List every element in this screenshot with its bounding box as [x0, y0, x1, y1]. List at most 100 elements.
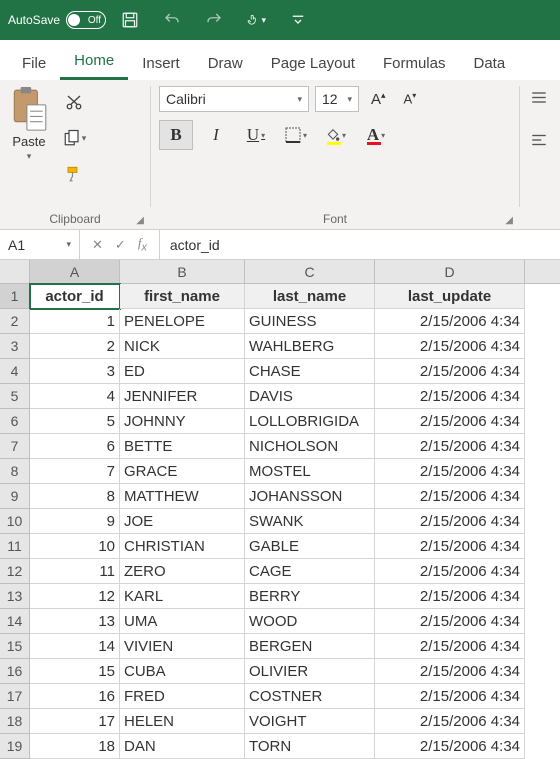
decrease-font-button[interactable]: A▾ — [398, 91, 423, 106]
cell[interactable]: MATTHEW — [120, 484, 245, 509]
cell[interactable]: VIVIEN — [120, 634, 245, 659]
cell[interactable]: 2/15/2006 4:34 — [375, 559, 525, 584]
row-header[interactable]: 11 — [0, 534, 30, 559]
formula-input[interactable]: actor_id — [160, 230, 560, 259]
cell[interactable]: 2/15/2006 4:34 — [375, 409, 525, 434]
cell[interactable]: 2/15/2006 4:34 — [375, 459, 525, 484]
cell[interactable]: 2 — [30, 334, 120, 359]
spreadsheet-grid[interactable]: A B C D 1actor_idfirst_namelast_namelast… — [0, 260, 560, 759]
cell[interactable]: ED — [120, 359, 245, 384]
tab-insert[interactable]: Insert — [128, 45, 194, 80]
enter-formula-icon[interactable]: ✓ — [115, 237, 126, 253]
cell[interactable]: 5 — [30, 409, 120, 434]
font-color-button[interactable]: A ▾ — [359, 120, 393, 150]
cell[interactable]: BETTE — [120, 434, 245, 459]
cell[interactable]: 2/15/2006 4:34 — [375, 684, 525, 709]
cell[interactable]: 17 — [30, 709, 120, 734]
redo-icon[interactable] — [204, 10, 224, 30]
cell[interactable]: 12 — [30, 584, 120, 609]
cut-button[interactable] — [60, 90, 88, 114]
toggle-switch[interactable]: Off — [66, 11, 106, 29]
row-header[interactable]: 13 — [0, 584, 30, 609]
cell[interactable]: GRACE — [120, 459, 245, 484]
cell[interactable]: 18 — [30, 734, 120, 759]
row-header[interactable]: 6 — [0, 409, 30, 434]
column-header-d[interactable]: D — [375, 260, 525, 283]
cell[interactable]: 6 — [30, 434, 120, 459]
row-header[interactable]: 19 — [0, 734, 30, 759]
customize-qat-icon[interactable] — [288, 10, 308, 30]
cell[interactable]: 2/15/2006 4:34 — [375, 659, 525, 684]
cell[interactable]: 2/15/2006 4:34 — [375, 509, 525, 534]
row-header[interactable]: 12 — [0, 559, 30, 584]
cell[interactable]: KARL — [120, 584, 245, 609]
cell[interactable]: DAN — [120, 734, 245, 759]
cell[interactable]: JENNIFER — [120, 384, 245, 409]
cell[interactable]: WOOD — [245, 609, 375, 634]
cell-d1[interactable]: last_update — [375, 284, 525, 309]
cell[interactable]: GABLE — [245, 534, 375, 559]
cell-a1[interactable]: actor_id — [30, 284, 120, 309]
cell[interactable]: FRED — [120, 684, 245, 709]
copy-button[interactable]: ▾ — [60, 126, 88, 150]
cell[interactable]: 1 — [30, 309, 120, 334]
cell[interactable]: CAGE — [245, 559, 375, 584]
row-header[interactable]: 2 — [0, 309, 30, 334]
italic-button[interactable]: I — [199, 120, 233, 150]
fill-color-button[interactable]: ▾ — [319, 120, 353, 150]
cell[interactable]: 2/15/2006 4:34 — [375, 534, 525, 559]
tab-page-layout[interactable]: Page Layout — [257, 45, 369, 80]
font-size-combo[interactable]: 12▾ — [315, 86, 359, 112]
cell-b1[interactable]: first_name — [120, 284, 245, 309]
cell[interactable]: 9 — [30, 509, 120, 534]
cell[interactable]: ZERO — [120, 559, 245, 584]
cell[interactable]: 2/15/2006 4:34 — [375, 734, 525, 759]
row-header[interactable]: 8 — [0, 459, 30, 484]
cell[interactable]: BERRY — [245, 584, 375, 609]
underline-button[interactable]: U▾ — [239, 120, 273, 150]
cell[interactable]: 2/15/2006 4:34 — [375, 484, 525, 509]
cell[interactable]: SWANK — [245, 509, 375, 534]
cell[interactable]: VOIGHT — [245, 709, 375, 734]
cell[interactable]: COSTNER — [245, 684, 375, 709]
cell[interactable]: JOHANSSON — [245, 484, 375, 509]
row-header[interactable]: 16 — [0, 659, 30, 684]
cell[interactable]: 8 — [30, 484, 120, 509]
row-header[interactable]: 4 — [0, 359, 30, 384]
cell[interactable]: 2/15/2006 4:34 — [375, 334, 525, 359]
cell[interactable]: PENELOPE — [120, 309, 245, 334]
cell[interactable]: 2/15/2006 4:34 — [375, 434, 525, 459]
format-painter-button[interactable] — [60, 162, 88, 186]
cell[interactable]: 14 — [30, 634, 120, 659]
select-all-corner[interactable] — [0, 260, 30, 283]
cell[interactable]: 2/15/2006 4:34 — [375, 384, 525, 409]
cell[interactable]: 15 — [30, 659, 120, 684]
row-header[interactable]: 14 — [0, 609, 30, 634]
cell[interactable]: 16 — [30, 684, 120, 709]
column-header-a[interactable]: A — [30, 260, 120, 283]
cell[interactable]: 4 — [30, 384, 120, 409]
paste-button[interactable]: Paste ▾ — [8, 86, 50, 162]
tab-home[interactable]: Home — [60, 42, 128, 80]
chevron-down-icon[interactable]: ▾ — [27, 151, 32, 162]
tab-formulas[interactable]: Formulas — [369, 45, 460, 80]
cell[interactable]: GUINESS — [245, 309, 375, 334]
name-box[interactable]: A1 ▾ — [0, 230, 80, 259]
cell[interactable]: CHRISTIAN — [120, 534, 245, 559]
row-header[interactable]: 1 — [0, 284, 30, 309]
cell[interactable]: 2/15/2006 4:34 — [375, 709, 525, 734]
align-top-icon[interactable] — [528, 90, 550, 108]
cell[interactable]: CHASE — [245, 359, 375, 384]
cell[interactable]: JOE — [120, 509, 245, 534]
bold-button[interactable]: B — [159, 120, 193, 150]
row-header[interactable]: 18 — [0, 709, 30, 734]
row-header[interactable]: 5 — [0, 384, 30, 409]
cell[interactable]: 3 — [30, 359, 120, 384]
row-header[interactable]: 3 — [0, 334, 30, 359]
cell[interactable]: UMA — [120, 609, 245, 634]
column-header-b[interactable]: B — [120, 260, 245, 283]
cell[interactable]: BERGEN — [245, 634, 375, 659]
cell[interactable]: MOSTEL — [245, 459, 375, 484]
borders-button[interactable]: ▾ — [279, 120, 313, 150]
tab-file[interactable]: File — [8, 45, 60, 80]
